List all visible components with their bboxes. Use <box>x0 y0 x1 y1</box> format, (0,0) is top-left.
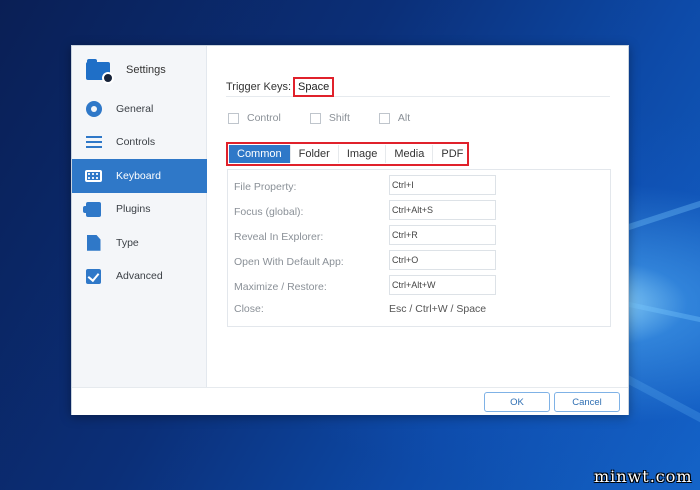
sidebar-item-type[interactable]: Type <box>72 226 207 260</box>
dialog-footer: OK Cancel <box>72 387 628 415</box>
trigger-keys-row: Trigger Keys: Space <box>226 76 610 97</box>
plugin-icon <box>83 201 102 218</box>
settings-window: Settings General Controls Keyboard Plugi… <box>71 45 629 415</box>
sidebar-item-label: Type <box>116 236 139 249</box>
close-shortcut-value: Esc / Ctrl+W / Space <box>389 303 487 315</box>
sidebar-item-controls[interactable]: Controls <box>72 126 207 160</box>
modifier-checkboxes: Control Shift Alt <box>228 112 439 124</box>
shortcut-label: Focus (global): <box>234 206 304 218</box>
checkbox-box[interactable] <box>228 112 239 124</box>
sidebar-item-label: Plugins <box>116 203 151 216</box>
sidebar-item-label: Keyboard <box>116 169 161 182</box>
shortcut-label: Close: <box>234 303 264 315</box>
control-checkbox[interactable]: Control <box>228 112 281 124</box>
sidebar-item-general[interactable]: General <box>72 92 207 126</box>
shortcut-field[interactable]: Ctrl+O <box>389 250 496 270</box>
shortcut-label: Open With Default App: <box>234 256 344 268</box>
sidebar-item-label: Advanced <box>116 270 163 283</box>
document-icon <box>85 234 102 251</box>
shortcut-label: Reveal In Explorer: <box>234 231 324 243</box>
gear-icon <box>85 100 102 117</box>
settings-content: Trigger Keys: Space Control Shift Alt Co… <box>208 46 628 387</box>
sidebar-item-label: Controls <box>116 136 156 149</box>
watermark: minwt.com <box>594 467 693 486</box>
alt-checkbox[interactable]: Alt <box>378 112 411 124</box>
shortcuts-panel: File Property: Ctrl+I Focus (global): Ct… <box>227 169 611 327</box>
app-header: Settings <box>86 55 166 85</box>
shortcut-label: Maximize / Restore: <box>234 281 327 293</box>
sidebar-item-label: General <box>116 102 154 115</box>
shortcut-field[interactable]: Ctrl+Alt+S <box>389 200 496 220</box>
shortcut-field[interactable]: Ctrl+I <box>389 175 496 195</box>
sidebar: Settings General Controls Keyboard Plugi… <box>72 46 207 387</box>
tab-folder[interactable]: Folder <box>291 145 339 163</box>
sidebar-nav: General Controls Keyboard Plugins Type A… <box>72 92 207 293</box>
checkbox-icon <box>85 268 102 285</box>
checkbox-box[interactable] <box>309 112 321 124</box>
tab-common[interactable]: Common <box>229 145 291 163</box>
sliders-icon <box>85 134 102 151</box>
tab-image[interactable]: Image <box>339 145 387 163</box>
shortcut-field[interactable]: Ctrl+Alt+W <box>389 275 496 295</box>
ok-button[interactable]: OK <box>484 392 550 412</box>
shortcut-field[interactable]: Ctrl+R <box>389 225 496 245</box>
app-title: Settings <box>126 64 166 76</box>
trigger-keys-field[interactable]: Space <box>293 76 335 97</box>
tab-media[interactable]: Media <box>386 145 434 163</box>
tab-pdf[interactable]: PDF <box>433 145 471 163</box>
light-beam <box>618 300 700 330</box>
checkbox-label: Shift <box>328 112 350 124</box>
checkbox-label: Control <box>247 112 281 124</box>
sidebar-item-advanced[interactable]: Advanced <box>72 260 207 294</box>
checkbox-label: Alt <box>397 112 411 124</box>
shortcut-tabs: Common Folder Image Media PDF <box>226 142 469 166</box>
trigger-keys-label: Trigger Keys: <box>226 80 292 93</box>
sidebar-item-keyboard[interactable]: Keyboard <box>72 159 207 193</box>
shift-checkbox[interactable]: Shift <box>309 112 350 124</box>
keyboard-icon <box>85 167 102 184</box>
checkbox-box[interactable] <box>378 112 390 124</box>
app-logo-icon <box>86 59 114 84</box>
sidebar-item-plugins[interactable]: Plugins <box>72 193 207 227</box>
shortcut-label: File Property: <box>234 181 297 193</box>
cancel-button[interactable]: Cancel <box>554 392 620 412</box>
